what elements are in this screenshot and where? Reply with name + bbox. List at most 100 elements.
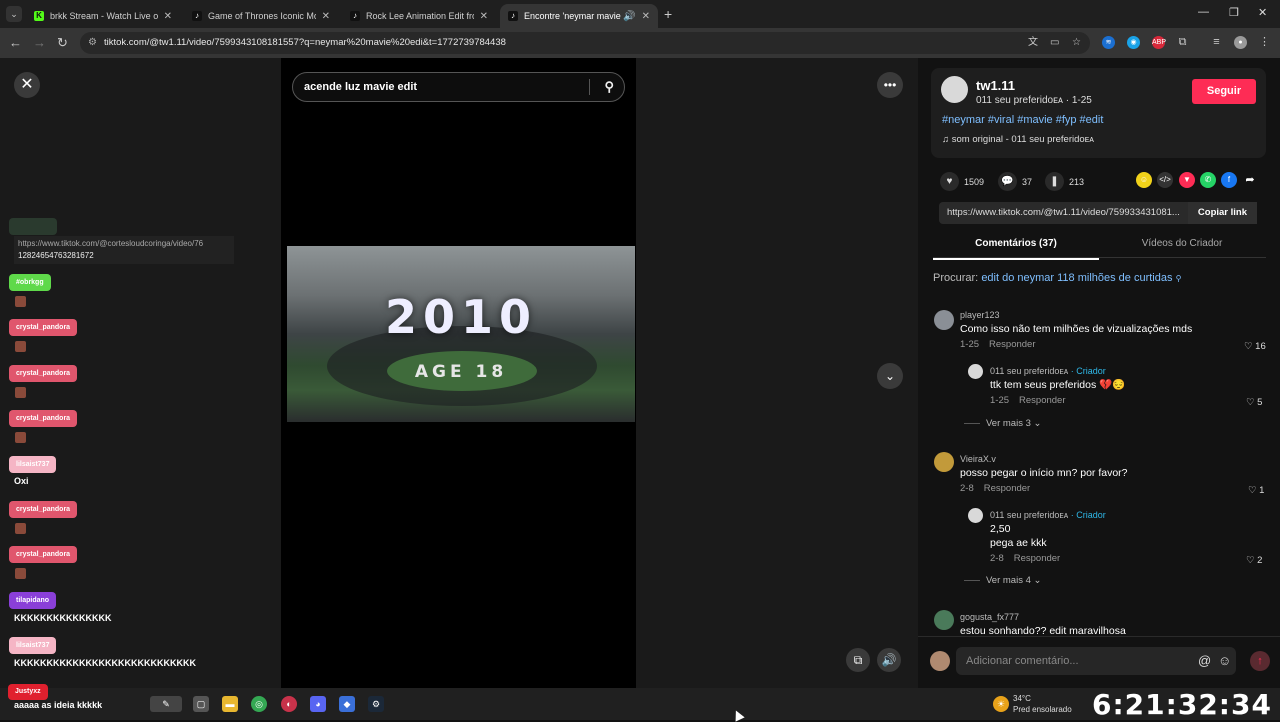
reply-button[interactable]: Responder (1019, 395, 1065, 406)
browser-tab-active[interactable]: ♪ Encontre 'neymar mavie edi 🔊 ✕ (500, 4, 658, 28)
comment-like[interactable]: ♡ 2 (1246, 555, 1262, 566)
facebook-icon[interactable]: f (1221, 172, 1237, 188)
tab-comments[interactable]: Comentários (37) (933, 238, 1099, 260)
send-comment-button[interactable]: ↑ (1250, 651, 1270, 671)
close-window-button[interactable]: ✕ (1258, 6, 1267, 19)
chrome-icon[interactable]: ◎ (251, 696, 267, 712)
maximize-button[interactable]: ❐ (1229, 6, 1239, 19)
app-icon[interactable]: ◐ (281, 696, 297, 712)
speaker-icon[interactable]: 🔊 (623, 11, 635, 22)
video-search-box[interactable]: acende luz mavie edit ⚲ (292, 72, 625, 102)
app-icon[interactable]: ◆ (339, 696, 355, 712)
weather-icon[interactable]: ☀ (993, 696, 1009, 712)
chat-username: crystal_pandora (9, 546, 78, 563)
comment-input[interactable]: Adicionar comentário... @ ☺ (956, 647, 1236, 675)
commenter-avatar[interactable] (934, 610, 954, 630)
comment-like[interactable]: ♡ 16 (1244, 341, 1266, 352)
comment-username[interactable]: 011 seu preferidoᴇᴀ (990, 366, 1068, 376)
reload-button[interactable]: ↻ (57, 35, 68, 51)
taskbar: Justyxz aaaaa as ideia kkkkk ✎ ▢ ▬ ◎ ◐ ◕… (0, 684, 1280, 721)
commenter-avatar[interactable] (968, 364, 983, 379)
comment-username[interactable]: player123 (960, 310, 1192, 320)
details-panel: tw1.11 011 seu preferidoᴇᴀ · 1-25 Seguir… (918, 58, 1280, 688)
weather-widget[interactable]: 34°C Pred ensolarado (1013, 693, 1072, 715)
embed-icon[interactable]: </> (1157, 172, 1173, 188)
save-stat[interactable]: ❚ 213 (1045, 172, 1084, 191)
follow-button[interactable]: Seguir (1192, 79, 1256, 104)
next-video-button[interactable]: ⌄ (877, 363, 903, 389)
reply-button[interactable]: Responder (1014, 553, 1060, 564)
profile-avatar[interactable]: ● (1234, 36, 1247, 49)
address-bar[interactable]: ⚙ tiktok.com/@tw1.11/video/7599343108181… (80, 32, 1090, 54)
more-options-button[interactable]: ••• (877, 72, 903, 98)
close-tab-icon[interactable]: ✕ (322, 11, 330, 22)
video-hashtags[interactable]: #neymar #viral #mavie #fyp #edit (942, 114, 1103, 126)
comment-username[interactable]: 011 seu preferidoᴇᴀ (990, 510, 1068, 520)
bookmark-star-icon[interactable]: ☆ (1072, 32, 1081, 54)
browser-tab-rocklee[interactable]: ♪ Rock Lee Animation Edit from ✕ (342, 4, 496, 28)
video-player[interactable]: acende luz mavie edit ⚲ 2010 AGE 18 (281, 58, 636, 688)
mention-icon[interactable]: @ (1198, 647, 1211, 675)
search-suggestion[interactable]: Procurar: edit do neymar 118 milhões de … (933, 272, 1181, 284)
chat-username: tilapidano (9, 592, 57, 609)
reading-list-icon[interactable]: ≡ (1210, 36, 1223, 49)
forward-button[interactable]: → (33, 35, 46, 50)
close-tab-icon[interactable]: ✕ (480, 11, 488, 22)
copy-link-button[interactable]: Copiar link (1187, 202, 1257, 224)
view-more-replies[interactable]: Ver mais 3 ⌄ (964, 418, 1042, 429)
emoji-icon[interactable]: ☺ (1218, 647, 1231, 675)
send-to-friend-icon[interactable]: ▼ (1179, 172, 1195, 188)
share-arrow-icon[interactable]: ➦ (1242, 172, 1258, 188)
extension-icon[interactable]: ◉ (1127, 36, 1140, 49)
commenter-avatar[interactable] (934, 452, 954, 472)
comment-like[interactable]: ♡ 1 (1248, 485, 1264, 496)
translate-icon[interactable]: 文 (1028, 32, 1038, 54)
browser-menu-icon[interactable]: ⋮ (1258, 36, 1271, 49)
commenter-avatar[interactable] (968, 508, 983, 523)
tab-search-button[interactable]: ⌄ (6, 6, 22, 22)
commenter-avatar[interactable] (934, 310, 954, 330)
close-video-button[interactable]: ✕ (14, 72, 40, 98)
file-explorer-icon[interactable]: ▬ (222, 696, 238, 712)
extension-icon[interactable]: ≋ (1102, 36, 1115, 49)
emoji-share-icon[interactable]: ☺ (1136, 172, 1152, 188)
adblock-icon[interactable]: ABP (1152, 36, 1166, 49)
comment-reply: 011 seu preferidoᴇᴀ · Criador 2,50 pega … (990, 510, 1106, 564)
chat-username: crystal_pandora (9, 410, 78, 427)
search-icon[interactable]: ⚲ (604, 73, 614, 101)
sound-row[interactable]: ♫ som original - 011 seu preferidoᴇᴀ (942, 134, 1094, 145)
whatsapp-icon[interactable]: ✆ (1200, 172, 1216, 188)
overlay-year: 2010 (384, 290, 538, 344)
back-button[interactable]: ← (9, 35, 22, 50)
volume-button[interactable]: 🔊 (877, 648, 901, 672)
comment-username[interactable]: VieiraX.v (960, 454, 1128, 464)
save-count: 213 (1069, 176, 1085, 187)
new-tab-button[interactable]: + (664, 6, 672, 22)
discord-icon[interactable]: ◕ (310, 696, 326, 712)
steam-icon[interactable]: ⚙ (368, 696, 384, 712)
overlay-age: AGE 18 (414, 362, 508, 382)
task-view-icon[interactable]: ▢ (193, 696, 209, 712)
cast-icon[interactable]: ▭ (1050, 32, 1059, 54)
comment-username[interactable]: gogusta_fx777 (960, 612, 1126, 622)
view-more-replies[interactable]: Ver mais 4 ⌄ (964, 575, 1042, 586)
browser-tab-got[interactable]: ♪ Game of Thrones Iconic Mome ✕ (184, 4, 338, 28)
reply-button[interactable]: Responder (984, 483, 1030, 494)
reply-button[interactable]: Responder (989, 339, 1035, 350)
site-info-icon[interactable]: ⚙ (88, 32, 97, 54)
comment-like[interactable]: ♡ 5 (1246, 397, 1262, 408)
creator-username[interactable]: tw1.11 (976, 78, 1015, 93)
tiktok-page: ✕ acende luz mavie edit ⚲ 2010 AGE 18 ••… (0, 58, 1280, 688)
browser-tab-kick[interactable]: K brkk Stream - Watch Live on Ki ✕ (26, 4, 180, 28)
taskbar-widget-icon[interactable]: ✎ (150, 696, 182, 712)
like-stat[interactable]: ♥ 1509 (940, 172, 984, 191)
creator-avatar[interactable] (941, 76, 968, 103)
minimize-button[interactable]: — (1198, 6, 1209, 18)
close-tab-icon[interactable]: ✕ (164, 11, 172, 22)
search-suggestion-query[interactable]: edit do neymar 118 milhões de curtidas (981, 272, 1172, 284)
close-tab-icon[interactable]: ✕ (642, 11, 650, 22)
miniplayer-button[interactable]: ⧉ (846, 648, 870, 672)
tab-creator-videos[interactable]: Vídeos do Criador (1099, 238, 1265, 249)
comment-stat[interactable]: 💬 37 (998, 172, 1032, 191)
extensions-puzzle-icon[interactable]: ⧉ (1176, 36, 1189, 49)
